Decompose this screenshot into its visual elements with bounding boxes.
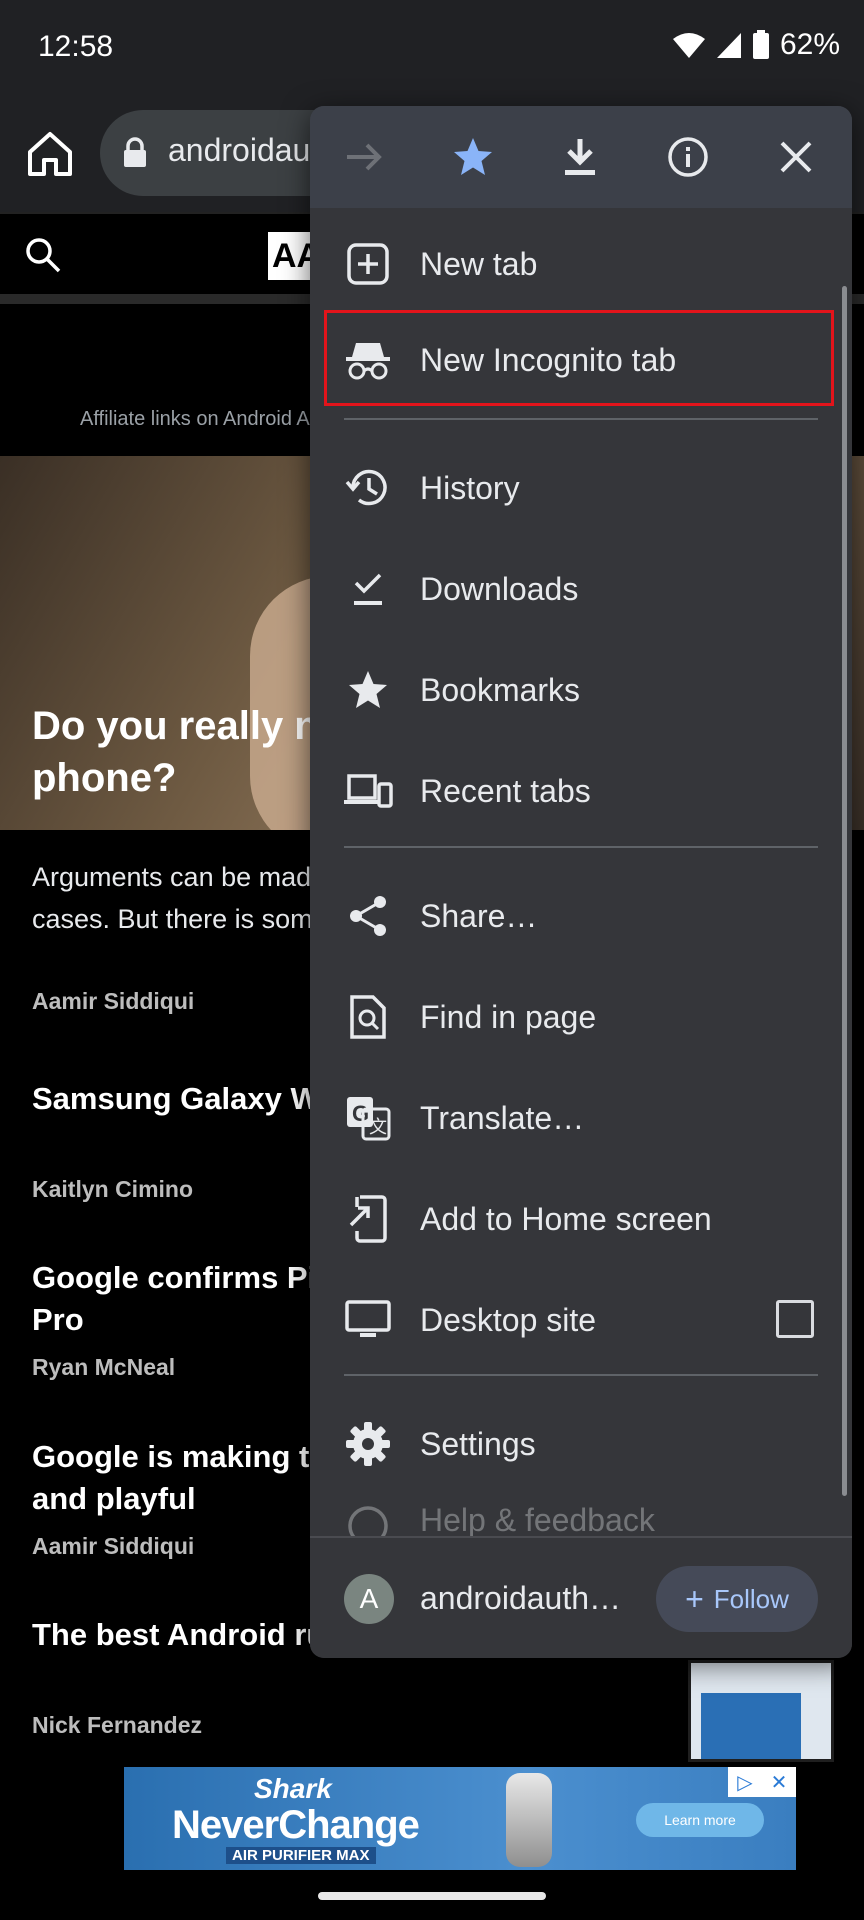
svg-text:文: 文: [369, 1117, 387, 1137]
menu-item-history[interactable]: History: [310, 440, 852, 536]
ad-choices[interactable]: ▷ ✕: [728, 1767, 796, 1797]
ad-learn-more-button[interactable]: Learn more: [636, 1803, 764, 1837]
ad-product-image: [506, 1773, 552, 1867]
menu-divider: [344, 846, 818, 848]
article-thumbnail[interactable]: [688, 1660, 834, 1762]
menu-item-new-incognito-tab[interactable]: New Incognito tab: [310, 312, 852, 408]
article-author[interactable]: Kaitlyn Cimino: [32, 1176, 193, 1203]
thumbnail-tablet-screen: [701, 1693, 801, 1759]
lead-author[interactable]: Aamir Siddiqui: [32, 988, 194, 1015]
menu-action-bar: [310, 106, 852, 208]
site-avatar: A: [344, 1574, 394, 1624]
page-info-icon[interactable]: [663, 132, 713, 182]
menu-item-label: Downloads: [420, 571, 579, 607]
menu-divider: [344, 418, 818, 420]
ad-subline: AIR PURIFIER MAX: [226, 1847, 376, 1864]
menu-item-label: Share…: [420, 898, 538, 934]
ad-headline: NeverChange: [172, 1803, 420, 1847]
article-author[interactable]: Nick Fernandez: [32, 1712, 202, 1739]
site-logo[interactable]: AA: [268, 232, 321, 280]
menu-item-label: Bookmarks: [420, 672, 581, 708]
menu-item-new-tab[interactable]: New tab: [310, 216, 852, 312]
menu-item-recent-tabs[interactable]: Recent tabs: [310, 743, 852, 839]
close-icon[interactable]: [771, 132, 821, 182]
desktop-site-checkbox[interactable]: [776, 1300, 814, 1338]
footer-site-name: androidauth…: [420, 1580, 622, 1616]
menu-item-translate[interactable]: G文 Translate…: [310, 1070, 852, 1166]
menu-item-label: New Incognito tab: [420, 342, 677, 378]
settings-icon: [342, 1418, 394, 1470]
menu-item-label: Add to Home screen: [420, 1201, 712, 1237]
battery-percent: 62%: [779, 28, 840, 61]
download-icon[interactable]: [555, 132, 605, 182]
ad-banner[interactable]: Shark NeverChange AIR PURIFIER MAX Learn…: [124, 1767, 796, 1870]
status-icons: 62%: [672, 28, 840, 62]
ad-brand: Shark: [254, 1773, 332, 1804]
status-time: 12:58: [38, 30, 114, 63]
cellular-signal-icon: [716, 33, 741, 58]
bookmark-star-icon[interactable]: [448, 132, 498, 182]
new-tab-icon: [342, 238, 394, 290]
menu-item-find-in-page[interactable]: Find in page: [310, 969, 852, 1065]
ad-close-icon[interactable]: ✕: [762, 1767, 796, 1797]
incognito-icon: [342, 334, 394, 386]
article-author[interactable]: Aamir Siddiqui: [32, 1533, 194, 1560]
menu-item-label: Recent tabs: [420, 773, 591, 809]
follow-button[interactable]: + Follow: [656, 1566, 818, 1632]
search-icon[interactable]: [24, 236, 62, 274]
menu-footer: A androidauth… + Follow: [310, 1536, 852, 1658]
menu-item-label: Help & feedback: [420, 1502, 655, 1536]
home-icon[interactable]: [22, 126, 78, 182]
menu-item-label: History: [420, 470, 520, 506]
history-icon: [342, 462, 394, 514]
bookmarks-icon: [342, 664, 394, 716]
menu-item-label: Find in page: [420, 999, 597, 1035]
menu-item-share[interactable]: Share…: [310, 868, 852, 964]
lock-icon: [124, 137, 146, 167]
svg-text:G: G: [352, 1101, 369, 1126]
plus-icon: +: [685, 1581, 704, 1617]
menu-item-label: Translate…: [420, 1100, 585, 1136]
menu-item-bookmarks[interactable]: Bookmarks: [310, 642, 852, 738]
menu-scrollbar[interactable]: [842, 286, 847, 1496]
desktop-icon: [342, 1294, 394, 1346]
recent-tabs-icon: [342, 765, 394, 817]
find-in-page-icon: [342, 991, 394, 1043]
downloads-icon: [342, 563, 394, 615]
wifi-icon: [672, 33, 705, 58]
menu-item-downloads[interactable]: Downloads: [310, 541, 852, 637]
article-author[interactable]: Ryan McNeal: [32, 1354, 175, 1381]
help-icon: [348, 1506, 388, 1536]
battery-icon: [752, 30, 769, 59]
ad-choices-icon[interactable]: ▷: [728, 1767, 762, 1797]
overflow-menu: New tab New Incognito tab History Downlo…: [310, 106, 852, 1658]
nav-handle[interactable]: [318, 1892, 546, 1900]
share-icon: [342, 890, 394, 942]
status-bar: 12:58 62%: [0, 0, 864, 96]
menu-item-label: New tab: [420, 246, 538, 282]
menu-item-desktop-site[interactable]: Desktop site: [310, 1272, 852, 1368]
forward-icon[interactable]: [340, 132, 390, 182]
menu-divider: [344, 1374, 818, 1376]
menu-item-help-feedback[interactable]: Help & feedback: [310, 1496, 852, 1536]
gesture-nav-bar: [0, 1872, 864, 1920]
translate-icon: G文: [342, 1092, 394, 1144]
menu-item-label: Settings: [420, 1426, 536, 1462]
menu-item-label: Desktop site: [420, 1302, 597, 1338]
add-to-home-icon: [342, 1193, 394, 1245]
menu-item-settings[interactable]: Settings: [310, 1396, 852, 1492]
follow-label: Follow: [713, 1583, 789, 1614]
menu-item-add-to-home-screen[interactable]: Add to Home screen: [310, 1171, 852, 1267]
